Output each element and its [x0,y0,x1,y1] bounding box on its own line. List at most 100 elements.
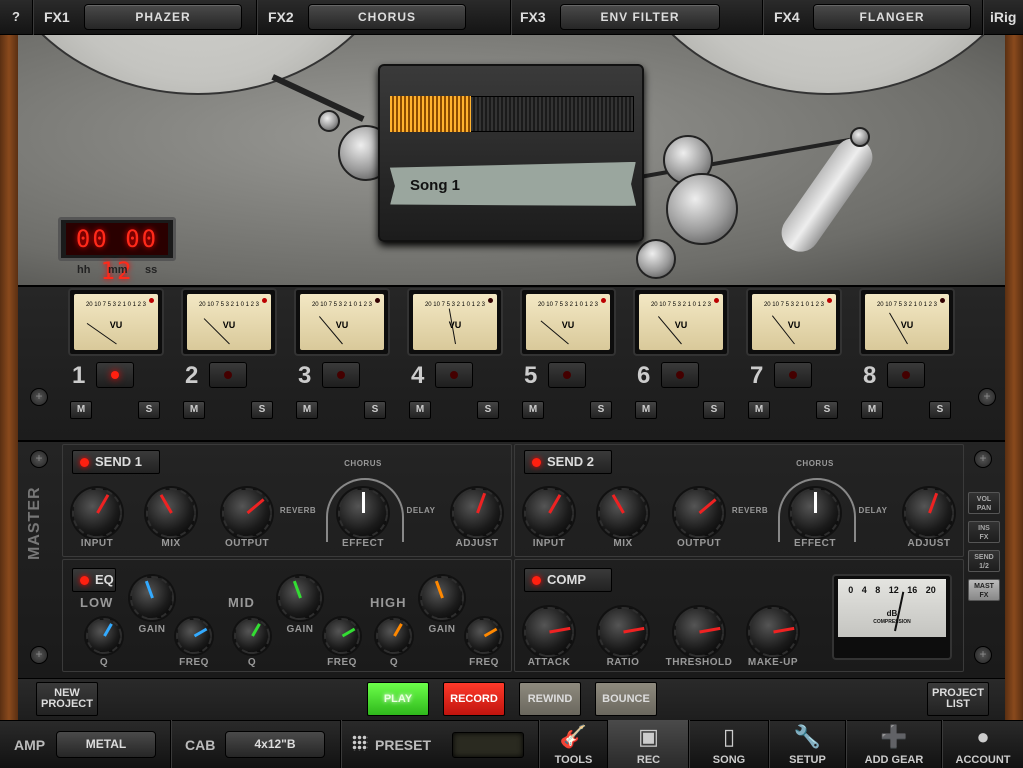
mute-ch7-button[interactable]: M [748,401,770,419]
amp-select-button[interactable]: METAL [56,731,156,758]
panel-screw: + [978,388,996,406]
knob-indicator [159,494,173,514]
bounce-button[interactable]: BOUNCE [595,682,657,716]
comp-toggle[interactable]: COMP [524,568,612,592]
eq-toggle[interactable]: EQ [72,568,116,592]
preset-button[interactable]: PRESET [375,737,431,753]
fx2-slot-button[interactable]: CHORUS [308,4,466,30]
channel-number: 3 [298,362,312,389]
send2-input-knob[interactable] [524,488,574,538]
solo-ch4-button[interactable]: S [477,401,499,419]
rewind-button[interactable]: REWIND [519,682,581,716]
play-button[interactable]: PLAY [367,682,429,716]
ins-fx-button[interactable]: INS FX [968,521,1000,543]
solo-ch6-button[interactable]: S [703,401,725,419]
send2-effect-label: EFFECT [794,538,836,549]
send1-adjust-knob[interactable] [452,488,502,538]
arm-led [337,371,345,379]
vu-meter-face: 20 10 7 5 3 2 1 0 1 2 3 VU [752,294,836,350]
nav-song-tab[interactable]: ▯ SONG [689,720,769,768]
fx4-slot-button[interactable]: FLANGER [813,4,971,30]
send1-input-knob[interactable] [72,488,122,538]
mast-fx-button[interactable]: MAST FX [968,579,1000,601]
record-arm-ch8-button[interactable] [887,362,925,388]
mute-ch1-button[interactable]: M [70,401,92,419]
send2-effect-selector-knob[interactable] [790,488,840,538]
record-arm-ch4-button[interactable] [435,362,473,388]
eq-mid-freq-knob[interactable] [324,618,360,654]
eq-mid-q-knob[interactable] [234,618,270,654]
comp-attack-knob[interactable] [524,607,574,657]
nav-account-tab[interactable]: ● ACCOUNT [942,720,1023,768]
mute-ch8-button[interactable]: M [861,401,883,419]
nav-add-gear-tab[interactable]: ➕ ADD GEAR [846,720,942,768]
channel-number: 4 [411,362,425,389]
solo-ch3-button[interactable]: S [364,401,386,419]
record-arm-ch3-button[interactable] [322,362,360,388]
knob-indicator [622,626,644,634]
arm-led [902,371,910,379]
side-button-line1: MAST [974,583,994,590]
send1-output-knob[interactable] [222,488,272,538]
divider [256,0,257,35]
solo-ch5-button[interactable]: S [590,401,612,419]
send1-effect-label: EFFECT [342,538,384,549]
nav-rec-tab[interactable]: ▣ REC [608,720,689,768]
solo-ch2-button[interactable]: S [251,401,273,419]
record-arm-ch5-button[interactable] [548,362,586,388]
irig-input-button[interactable]: iRig [990,9,1016,25]
nav-tools-tab[interactable]: 🎸 TOOLS [539,720,608,768]
eq-low-gain-knob[interactable] [130,576,174,620]
knob-indicator [547,494,561,514]
project-list-button[interactable]: PROJECT LIST [927,682,989,716]
fx3-slot-button[interactable]: ENV FILTER [560,4,720,30]
eq-low-freq-knob[interactable] [176,618,212,654]
send2-adjust-knob[interactable] [904,488,954,538]
mute-ch3-button[interactable]: M [296,401,318,419]
tuner-display[interactable] [452,732,524,758]
new-project-button[interactable]: NEW PROJECT [36,682,98,716]
knob-indicator [292,580,302,599]
solo-ch1-button[interactable]: S [138,401,160,419]
comp-led [532,576,541,585]
help-button[interactable]: ? [12,9,20,24]
comp-ratio-knob[interactable] [598,607,648,657]
record-arm-ch7-button[interactable] [774,362,812,388]
mute-ch2-button[interactable]: M [183,401,205,419]
record-button[interactable]: RECORD [443,682,505,716]
solo-ch8-button[interactable]: S [929,401,951,419]
send2-output-knob[interactable] [674,488,724,538]
send2-toggle[interactable]: SEND 2 [524,450,612,474]
record-arm-ch1-button[interactable] [96,362,134,388]
mute-ch4-button[interactable]: M [409,401,431,419]
mute-ch5-button[interactable]: M [522,401,544,419]
record-arm-ch2-button[interactable] [209,362,247,388]
send1-effect-selector-knob[interactable] [338,488,388,538]
fx1-label: FX1 [44,9,70,25]
send1-mix-knob[interactable] [146,488,196,538]
record-arm-ch6-button[interactable] [661,362,699,388]
send1-output-label: OUTPUT [224,538,270,549]
send2-mix-knob[interactable] [598,488,648,538]
send1-toggle[interactable]: SEND 1 [72,450,160,474]
eq-high-q-knob[interactable] [376,618,412,654]
comp-make-up-knob[interactable] [748,607,798,657]
vu-meter-label: VU [674,320,688,330]
send-1-2-button[interactable]: SEND 1/2 [968,550,1000,572]
eq-mid-gain-knob[interactable] [278,576,322,620]
vol-pan-button[interactable]: VOL PAN [968,492,1000,514]
mute-ch6-button[interactable]: M [635,401,657,419]
eq-high-gain-knob[interactable] [420,576,464,620]
cab-select-button[interactable]: 4x12"B [225,731,325,758]
eq-low-q-knob[interactable] [86,618,122,654]
send2-effect-top-label: CHORUS [796,459,834,468]
eq-high-freq-knob[interactable] [466,618,502,654]
nav-setup-tab[interactable]: 🔧 SETUP [769,720,846,768]
solo-ch7-button[interactable]: S [816,401,838,419]
fx1-slot-button[interactable]: PHAZER [84,4,242,30]
comp-threshold-knob[interactable] [674,607,724,657]
vu-meter-face: 20 10 7 5 3 2 1 0 1 2 3 VU [526,294,610,350]
channel-number: 8 [863,362,877,389]
knob-indicator [144,580,154,599]
eq-q-label: Q [389,657,399,668]
